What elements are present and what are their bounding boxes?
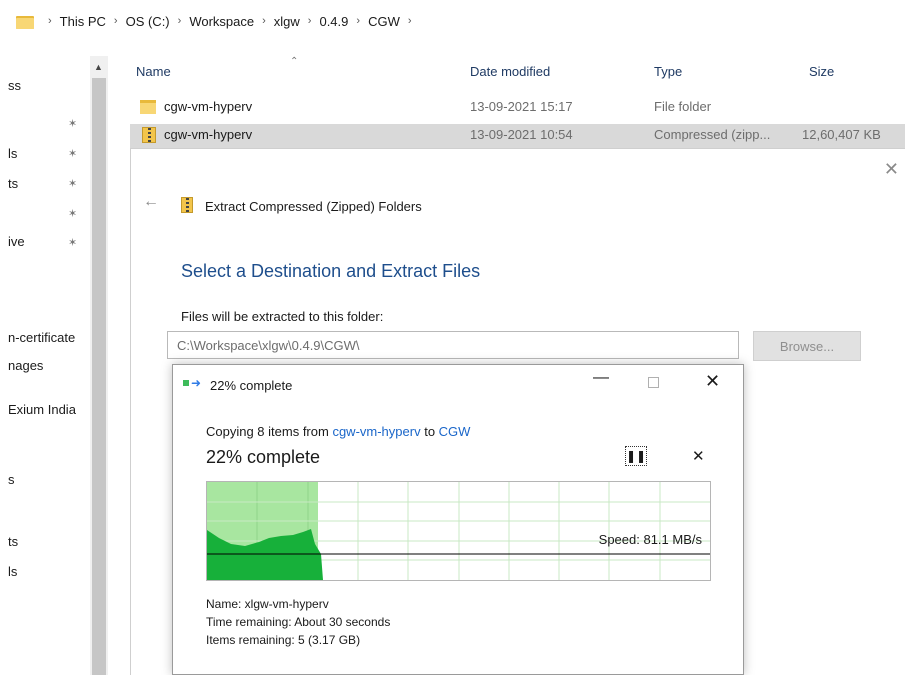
screen: › This PC › OS (C:) › Workspace › xlgw ›… (0, 0, 905, 675)
pin-icon[interactable]: ✶ (68, 148, 80, 160)
folder-icon (140, 99, 156, 115)
to-word: to (424, 424, 436, 439)
folder-icon (16, 14, 34, 29)
file-row[interactable]: cgw-vm-hyperv 13-09-2021 15:17 File fold… (130, 96, 905, 118)
file-date: 13-09-2021 10:54 (470, 127, 573, 142)
column-header-size[interactable]: Size (809, 64, 834, 79)
browse-button[interactable]: Browse... (753, 331, 861, 361)
source-link[interactable]: cgw-vm-hyperv (332, 424, 420, 439)
nav-item[interactable]: ss (8, 78, 88, 96)
items-remaining: Items remaining: 5 (3.17 GB) (206, 633, 361, 647)
nav-item[interactable]: n-certificate (8, 330, 88, 348)
wizard-title: Extract Compressed (Zipped) Folders (205, 199, 422, 214)
minimize-icon[interactable]: — (593, 369, 609, 387)
chevron-right-icon[interactable]: › (114, 15, 118, 27)
transfer-speed-graph: Speed: 81.1 MB/s (206, 481, 711, 581)
navigation-pane: ss ✶ ls ✶ ts ✶ ✶ ive ✶ n-certificate nag… (0, 56, 90, 675)
chevron-right-icon[interactable]: › (408, 15, 412, 27)
chevron-right-icon[interactable]: › (308, 15, 312, 27)
destination-path-field[interactable]: C:\Workspace\xlgw\0.4.9\CGW\ (167, 331, 739, 359)
maximize-icon (648, 377, 659, 388)
zip-folder-icon (142, 127, 156, 143)
file-name: cgw-vm-hyperv (164, 127, 253, 142)
copy-progress-dialog: ➜ 22% complete — ✕ Copying 8 items from … (172, 364, 744, 675)
scroll-up-icon[interactable]: ▲ (94, 62, 103, 72)
file-list: ⌃ Name Date modified Type Size cgw-vm-hy… (108, 56, 905, 151)
copy-progress-icon: ➜ (183, 377, 203, 389)
scrollbar-thumb[interactable] (92, 78, 106, 675)
column-header-name[interactable]: Name (136, 64, 171, 79)
breadcrumb-os-c[interactable]: OS (C:) (126, 14, 170, 29)
sort-ascending-icon: ⌃ (290, 56, 299, 67)
chevron-right-icon[interactable]: › (48, 15, 52, 27)
back-arrow-icon[interactable]: ← (143, 193, 159, 211)
close-icon[interactable]: ✕ (884, 159, 899, 180)
chevron-right-icon[interactable]: › (178, 15, 182, 27)
copying-prefix: Copying 8 items from (206, 424, 329, 439)
copying-summary: Copying 8 items from cgw-vm-hyperv to CG… (206, 424, 470, 439)
speed-label: Speed: 81.1 MB/s (598, 532, 702, 547)
zip-folder-icon (181, 197, 193, 213)
wizard-heading: Select a Destination and Extract Files (181, 261, 481, 281)
speed-graph-svg (207, 482, 710, 580)
breadcrumb-version[interactable]: 0.4.9 (319, 14, 348, 29)
pause-button[interactable]: ❚❚ (625, 446, 647, 466)
file-date: 13-09-2021 15:17 (470, 99, 573, 114)
nav-item[interactable]: nages (8, 358, 88, 376)
breadcrumb-workspace[interactable]: Workspace (189, 14, 254, 29)
file-size: 12,60,407 KB (802, 127, 881, 142)
time-remaining: Time remaining: About 30 seconds (206, 615, 391, 629)
breadcrumb-xlgw[interactable]: xlgw (274, 14, 300, 29)
column-header-type[interactable]: Type (654, 64, 682, 79)
close-icon[interactable]: ✕ (705, 371, 720, 392)
column-header-date[interactable]: Date modified (470, 64, 550, 79)
file-type: Compressed (zipp... (654, 127, 771, 142)
address-bar[interactable]: › This PC › OS (C:) › Workspace › xlgw ›… (0, 0, 905, 42)
pin-icon[interactable]: ✶ (68, 178, 80, 190)
nav-scrollbar[interactable]: ▲ (90, 56, 108, 675)
nav-item[interactable]: ls (8, 564, 88, 582)
pin-icon[interactable]: ✶ (68, 208, 80, 220)
destination-link[interactable]: CGW (439, 424, 471, 439)
item-name: Name: xlgw-vm-hyperv (206, 597, 329, 611)
cancel-copy-button[interactable]: ✕ (692, 447, 705, 465)
nav-item[interactable]: ts (8, 534, 88, 552)
nav-item[interactable]: s (8, 472, 88, 490)
chevron-right-icon[interactable]: › (356, 15, 360, 27)
destination-label: Files will be extracted to this folder: (181, 309, 384, 324)
pin-icon[interactable]: ✶ (68, 118, 80, 130)
nav-item[interactable]: Exium India (8, 402, 88, 420)
pin-icon[interactable]: ✶ (68, 237, 80, 249)
file-name: cgw-vm-hyperv (164, 99, 253, 114)
dialog-title: 22% complete (210, 378, 293, 393)
chevron-right-icon[interactable]: › (262, 15, 266, 27)
file-type: File folder (654, 99, 712, 114)
percent-complete: 22% complete (206, 447, 321, 467)
breadcrumb-this-pc[interactable]: This PC (60, 14, 106, 29)
breadcrumb-cgw[interactable]: CGW (368, 14, 400, 29)
file-row-selected[interactable]: cgw-vm-hyperv 13-09-2021 10:54 Compresse… (130, 124, 905, 148)
